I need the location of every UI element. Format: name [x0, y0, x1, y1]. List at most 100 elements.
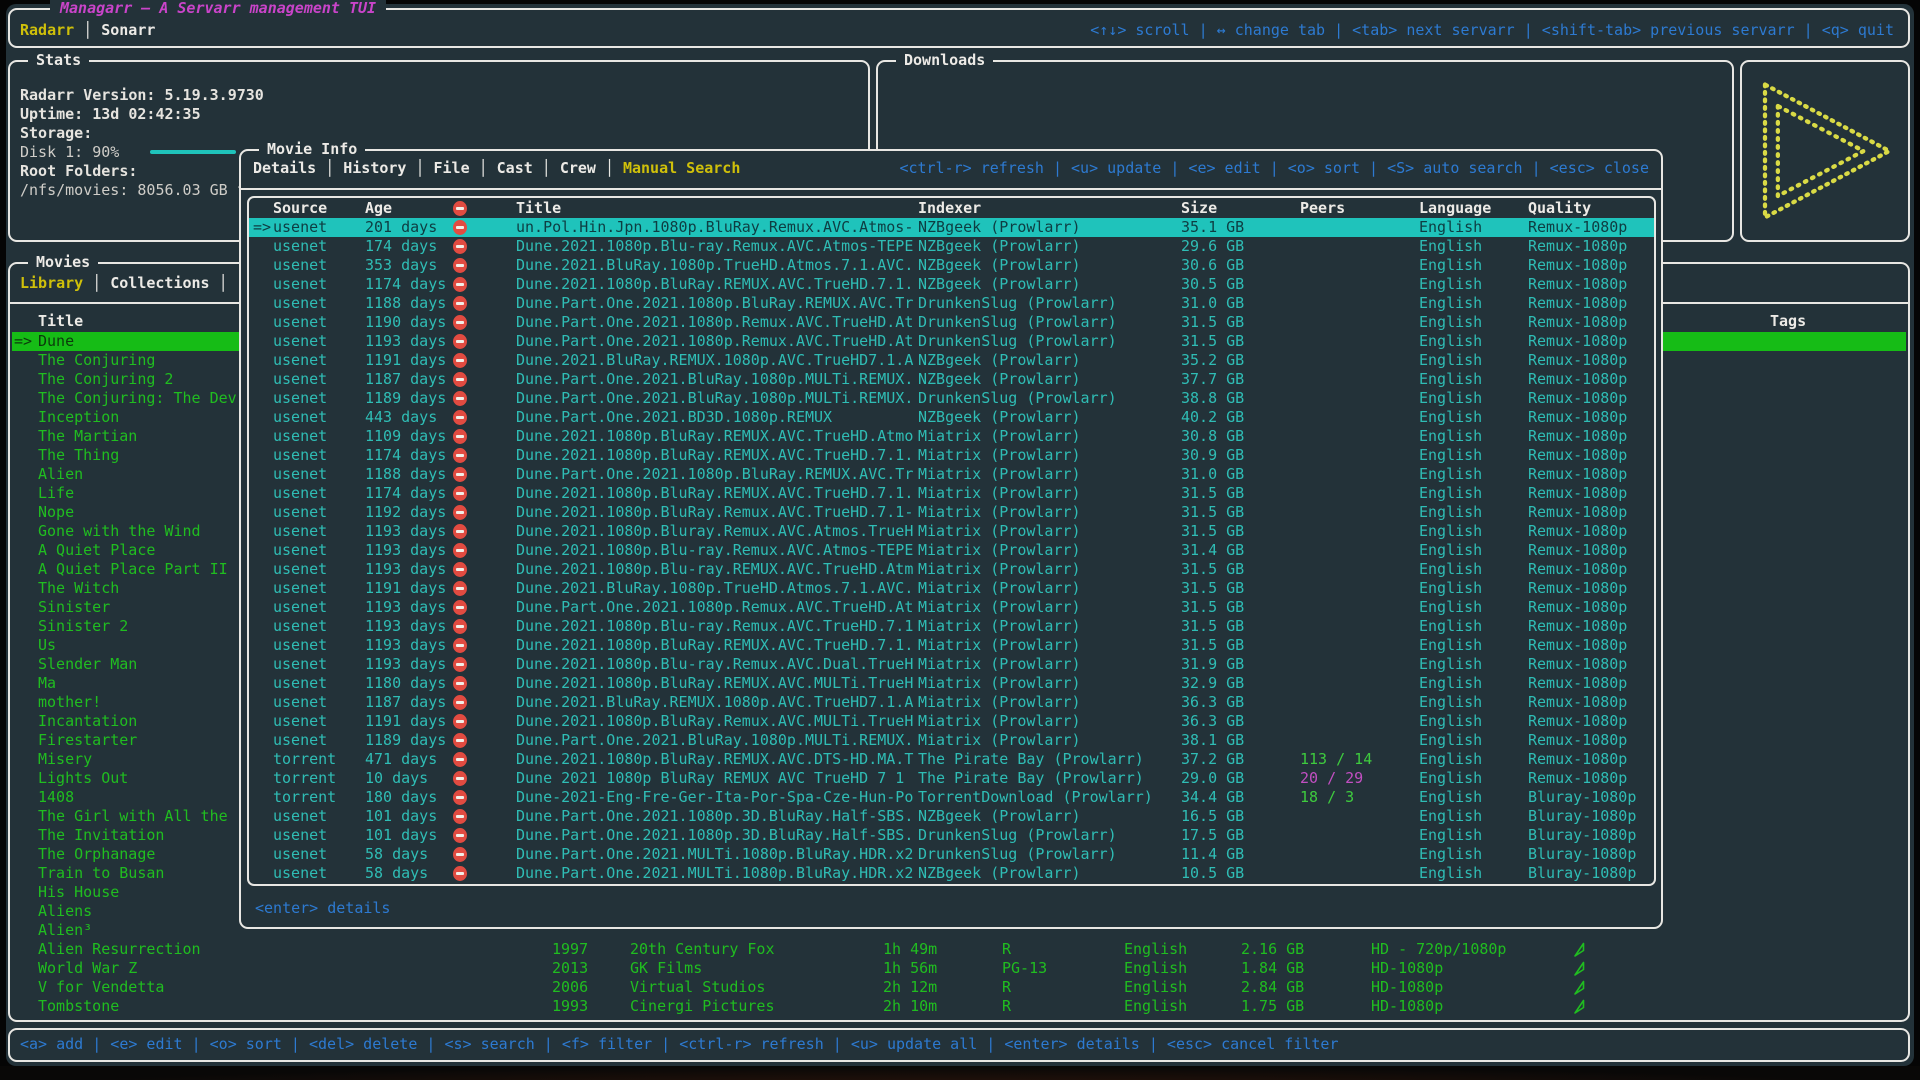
release-row[interactable]: usenet1193 daysDune.Part.One.2021.1080p.…: [249, 332, 1654, 351]
movie-info-tab-details[interactable]: Details: [253, 159, 316, 177]
release-size: 31.5 GB: [1181, 636, 1244, 655]
release-size: 31.4 GB: [1181, 541, 1244, 560]
release-row[interactable]: usenet443 daysDune.Part.One.2021.BD3D.10…: [249, 408, 1654, 427]
movie-year: 1993: [552, 997, 588, 1016]
release-title: Dune.Part.One.2021.1080p.3D.BluRay.Half-…: [516, 826, 913, 845]
release-row[interactable]: torrent180 daysDune-2021-Eng-Fre-Ger-Ita…: [249, 788, 1654, 807]
reject-icon: [453, 714, 467, 729]
movie-title: His House: [38, 883, 119, 902]
release-row[interactable]: usenet1193 daysDune.2021.1080p.Bluray.Re…: [249, 522, 1654, 541]
release-row[interactable]: usenet58 daysDune.Part.One.2021.MULTi.10…: [249, 845, 1654, 864]
release-size: 36.3 GB: [1181, 712, 1244, 731]
movie-list-item[interactable]: World War Z2013GK Films1h 56mPG-13Englis…: [12, 959, 1906, 978]
release-source: usenet: [273, 465, 327, 484]
release-language: English: [1419, 693, 1482, 712]
release-age: 1190 days: [365, 313, 446, 332]
release-row[interactable]: usenet1187 daysDune.Part.One.2021.BluRay…: [249, 370, 1654, 389]
release-source: torrent: [273, 750, 336, 769]
release-row[interactable]: usenet1193 daysDune.2021.1080p.Blu-ray.R…: [249, 617, 1654, 636]
release-language: English: [1419, 541, 1482, 560]
servarr-tab-radarr[interactable]: Radarr: [20, 21, 74, 39]
movie-info-tab-history[interactable]: History: [343, 159, 406, 177]
release-row[interactable]: usenet1180 daysDune.2021.1080p.BluRay.RE…: [249, 674, 1654, 693]
release-row[interactable]: torrent471 daysDune.2021.1080p.BluRay.RE…: [249, 750, 1654, 769]
release-row[interactable]: usenet1191 daysDune.2021.1080p.BluRay.Re…: [249, 712, 1654, 731]
movie-list-item[interactable]: V for Vendetta2006Virtual Studios2h 12mR…: [12, 978, 1906, 997]
release-row[interactable]: usenet58 daysDune.Part.One.2021.MULTi.10…: [249, 864, 1654, 883]
reject-icon: [453, 410, 467, 425]
release-quality: Remux-1080p: [1528, 332, 1627, 351]
movie-list-item[interactable]: Alien Resurrection199720th Century Fox1h…: [12, 940, 1906, 959]
release-size: 31.5 GB: [1181, 522, 1244, 541]
release-row[interactable]: usenet1193 daysDune.2021.1080p.Blu-ray.R…: [249, 541, 1654, 560]
release-row[interactable]: usenet1188 daysDune.Part.One.2021.1080p.…: [249, 294, 1654, 313]
release-row[interactable]: usenet1188 daysDune.Part.One.2021.1080p.…: [249, 465, 1654, 484]
release-language: English: [1419, 218, 1482, 237]
movie-runtime: 1h 56m: [883, 959, 937, 978]
release-row[interactable]: usenet1187 daysDune.2021.BluRay.REMUX.10…: [249, 693, 1654, 712]
release-row[interactable]: usenet1189 daysDune.Part.One.2021.BluRay…: [249, 731, 1654, 750]
release-row[interactable]: usenet1109 daysDune.2021.1080p.BluRay.RE…: [249, 427, 1654, 446]
release-row[interactable]: usenet1191 daysDune.2021.BluRay.1080p.Tr…: [249, 579, 1654, 598]
release-language: English: [1419, 769, 1482, 788]
movie-info-tab-manual-search[interactable]: Manual Search: [623, 159, 740, 177]
release-title: Dune.2021.1080p.BluRay.REMUX.AVC.TrueHD.…: [516, 275, 913, 294]
release-size: 40.2 GB: [1181, 408, 1244, 427]
release-row[interactable]: usenet1193 daysDune.2021.1080p.Blu-ray.R…: [249, 560, 1654, 579]
reject-icon: [453, 315, 467, 330]
release-source: usenet: [273, 389, 327, 408]
release-row[interactable]: usenet1191 daysDune.2021.BluRay.REMUX.10…: [249, 351, 1654, 370]
release-indexer: NZBgeek (Prowlarr): [918, 237, 1081, 256]
release-language: English: [1419, 427, 1482, 446]
column-peers: Peers: [1300, 199, 1345, 218]
release-row[interactable]: usenet1193 daysDune.2021.1080p.Blu-ray.R…: [249, 655, 1654, 674]
release-row[interactable]: usenet1174 daysDune.2021.1080p.BluRay.RE…: [249, 446, 1654, 465]
release-language: English: [1419, 845, 1482, 864]
release-row[interactable]: usenet1193 daysDune.2021.1080p.BluRay.RE…: [249, 636, 1654, 655]
movies-tab-library[interactable]: Library: [20, 274, 83, 292]
release-row[interactable]: =>usenet201 daysun.Pol.Hin.Jpn.1080p.Blu…: [249, 218, 1654, 237]
release-row[interactable]: usenet353 daysDune.2021.BluRay.1080p.Tru…: [249, 256, 1654, 275]
release-row[interactable]: usenet1192 daysDune.2021.1080p.BluRay.Re…: [249, 503, 1654, 522]
release-quality: Remux-1080p: [1528, 427, 1627, 446]
release-title: Dune.Part.One.2021.BluRay.1080p.MULTi.RE…: [516, 731, 913, 750]
release-age: 1192 days: [365, 503, 446, 522]
movie-info-tab-cast[interactable]: Cast: [497, 159, 533, 177]
release-row[interactable]: usenet1189 daysDune.Part.One.2021.BluRay…: [249, 389, 1654, 408]
release-row[interactable]: usenet1190 daysDune.Part.One.2021.1080p.…: [249, 313, 1654, 332]
movie-list-item[interactable]: Tombstone1993Cinergi Pictures2h 10mREngl…: [12, 997, 1906, 1016]
movie-runtime: 1h 49m: [883, 940, 937, 959]
movies-tab-collections[interactable]: Collections: [110, 274, 209, 292]
release-source: usenet: [273, 693, 327, 712]
reject-icon: [453, 505, 467, 520]
movie-size: 2.16 GB: [1241, 940, 1304, 959]
radarr-version: Radarr Version: 5.19.3.9730: [20, 86, 264, 105]
release-age: 201 days: [365, 218, 437, 237]
release-age: 1189 days: [365, 731, 446, 750]
release-row[interactable]: usenet174 daysDune.2021.1080p.Blu-ray.Re…: [249, 237, 1654, 256]
root-folder-value: /nfs/movies: 8056.03 GB f: [20, 181, 264, 200]
release-row[interactable]: usenet101 daysDune.Part.One.2021.1080p.3…: [249, 826, 1654, 845]
release-source: usenet: [273, 351, 327, 370]
release-age: 1187 days: [365, 370, 446, 389]
release-title: Dune.2021.1080p.BluRay.REMUX.AVC.MULTi.T…: [516, 674, 913, 693]
release-size: 35.2 GB: [1181, 351, 1244, 370]
movie-info-tab-crew[interactable]: Crew: [560, 159, 596, 177]
release-source: usenet: [273, 598, 327, 617]
release-quality: Remux-1080p: [1528, 617, 1627, 636]
movie-info-tab-file[interactable]: File: [434, 159, 470, 177]
release-peers: 20 / 29: [1300, 769, 1363, 788]
release-row[interactable]: usenet1193 daysDune.Part.One.2021.1080p.…: [249, 598, 1654, 617]
release-row[interactable]: usenet1174 daysDune.2021.1080p.BluRay.RE…: [249, 275, 1654, 294]
release-row[interactable]: usenet1174 daysDune.2021.1080p.BluRay.RE…: [249, 484, 1654, 503]
release-source: usenet: [273, 807, 327, 826]
modal-footer-hint: <enter> details: [255, 899, 390, 918]
release-row[interactable]: torrent10 daysDune 2021 1080p BluRay REM…: [249, 769, 1654, 788]
release-row[interactable]: usenet101 daysDune.Part.One.2021.1080p.3…: [249, 807, 1654, 826]
release-indexer: Miatrix (Prowlarr): [918, 427, 1081, 446]
release-language: English: [1419, 465, 1482, 484]
release-title: Dune.2021.1080p.BluRay.REMUX.AVC.TrueHD.…: [516, 427, 913, 446]
release-language: English: [1419, 636, 1482, 655]
servarr-tab-sonarr[interactable]: Sonarr: [101, 21, 155, 39]
release-title: Dune.Part.One.2021.1080p.BluRay.REMUX.AV…: [516, 465, 913, 484]
